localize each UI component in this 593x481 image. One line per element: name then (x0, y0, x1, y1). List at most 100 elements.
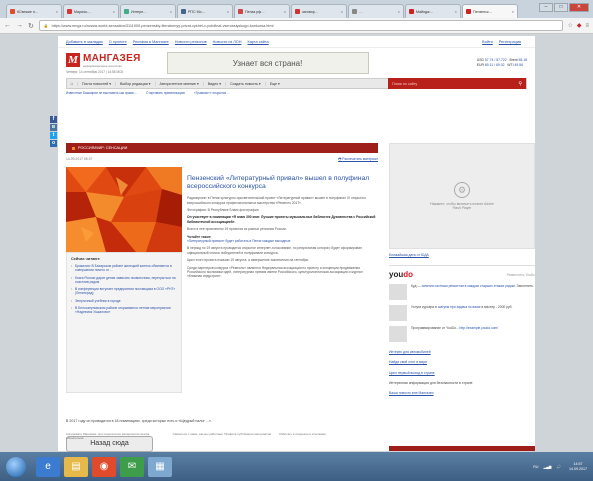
browser-tab[interactable]: КСвежие н… × (6, 4, 62, 18)
browser-tab[interactable]: заговор… × (291, 4, 347, 18)
tab-close-icon[interactable]: × (341, 9, 343, 14)
explorer-icon[interactable]: ▤ (64, 456, 88, 477)
minimize-button[interactable]: – (539, 3, 553, 12)
tab-label: Пенза рф… (245, 9, 265, 14)
youdo-item[interactable]: Программирование от YouDo... http://exam… (389, 326, 535, 342)
article-photo (66, 167, 182, 252)
read-also-link[interactable]: В Белоозерновском районе открываются лет… (71, 306, 177, 315)
browser-tab[interactable]: … × (348, 4, 404, 18)
tab-label: Пензенск… (473, 9, 493, 14)
ie-icon[interactable]: e (36, 456, 60, 477)
read-also-link[interactable]: Энергичный учебник в городе (71, 299, 177, 304)
tab-close-icon[interactable]: × (512, 9, 514, 14)
topnav-link[interactable]: Карта сайта (247, 40, 268, 44)
odnoklassniki-icon[interactable]: о (50, 140, 57, 147)
right-sidebar: ⚙ Нажмите, чтобы включить плагин Adobe F… (389, 143, 535, 401)
network-icon[interactable]: ▂▄▆ (543, 465, 551, 469)
print-link[interactable]: 🖶 Распечатать материал (338, 157, 378, 163)
extension-icon[interactable]: ◆ (577, 22, 582, 29)
browser-tab[interactable]: Пенза рф… × (234, 4, 290, 18)
tab-close-icon[interactable]: × (398, 9, 400, 14)
ticker-link[interactable]: «Трампист» открылся ... (194, 91, 230, 95)
sidebar-link[interactable]: Интерес для автомобилей (389, 350, 535, 354)
logo-block[interactable]: М МАНГАЗЕЯ информационное агентство Четв… (66, 53, 141, 74)
tab-close-icon[interactable]: × (455, 9, 457, 14)
rate-value: 55.18 (518, 58, 528, 62)
twitter-icon[interactable]: t (50, 132, 57, 139)
chrome-icon[interactable]: ◉ (92, 456, 116, 477)
tab-favicon-icon (352, 9, 357, 14)
youdo-logo[interactable]: youdo (389, 270, 413, 279)
topnav-link[interactable]: Новости регионов (175, 40, 207, 44)
sidebar-link[interactable]: Ваша новость вне Мангазеи (389, 391, 535, 395)
login-link[interactable]: Войти (482, 40, 493, 44)
sidebar-link[interactable]: Найди свой слот в мире (389, 360, 535, 364)
address-bar-row: ← → ↻ 🔒 https://www.mngz.ru/russia-world… (0, 18, 593, 34)
related-link[interactable]: «Литературный привал» будет работать в П… (187, 239, 378, 243)
topnav-link[interactable]: О проекте (109, 40, 127, 44)
rate-value: 49.56 (514, 63, 523, 67)
read-also-link[interactable]: Книга России дарит детям зависать позвон… (71, 276, 177, 285)
tab-close-icon[interactable]: × (170, 9, 172, 14)
menu-item[interactable]: Еще ▾ (264, 81, 284, 86)
menu-item[interactable]: Выбор редакции ▾ (115, 81, 155, 86)
menu-item[interactable]: Почта новостей ▾ (77, 81, 115, 86)
app-icon[interactable]: ▦ (148, 456, 172, 477)
ticker-link[interactable]: Стартовать приватизацию (146, 91, 185, 95)
vk-icon[interactable]: в (50, 124, 57, 131)
volume-icon[interactable]: 🔊 (557, 465, 561, 469)
search-icon[interactable]: ⚲ (518, 81, 522, 87)
language-indicator[interactable]: RU (533, 465, 538, 469)
bookmark-star-icon[interactable]: ☆ (567, 22, 572, 29)
menu-item[interactable]: Авторитетное мнение ▾ (154, 81, 203, 86)
sidebar-link[interactable]: Ближайшая дата от ЮДА (389, 253, 535, 257)
reload-icon[interactable]: ↻ (28, 22, 34, 30)
logo-mark: М (66, 53, 80, 67)
tab-label: Майндж… (416, 9, 434, 14)
browser-tab[interactable]: Маризи-… × (63, 4, 119, 18)
home-icon[interactable]: ⌂ (67, 81, 77, 87)
browser-tab[interactable]: Интерн… × (120, 4, 176, 18)
menu-icon[interactable]: ≡ (585, 23, 589, 29)
logo[interactable]: М МАНГАЗЕЯ информационное агентство (66, 53, 141, 68)
close-window-button[interactable]: ✕ (569, 3, 589, 12)
maximize-button[interactable]: □ (554, 3, 568, 12)
flash-message: Нажмите, чтобы включить плагин Adobe Fla… (430, 201, 494, 210)
tab-close-icon[interactable]: × (227, 9, 229, 14)
topnav-link[interactable]: Реклама в Мангазее (133, 40, 169, 44)
article-paragraph: Он участвует в номинации «Я знаю 300 кни… (187, 215, 376, 224)
browser-tab[interactable]: РПС Мо… × (177, 4, 233, 18)
topnav-link[interactable]: Добавить в закладки (66, 40, 103, 44)
facebook-icon[interactable]: f (50, 116, 57, 123)
menu-item[interactable]: Видео ▾ (202, 81, 225, 86)
menu-item[interactable]: Создать новость ▾ (225, 81, 265, 86)
read-also-title: Сейчас читают: (71, 257, 101, 261)
topnav-link[interactable]: Новости из ЛОН (213, 40, 242, 44)
tab-close-icon[interactable]: × (284, 9, 286, 14)
tab-close-icon[interactable]: × (113, 9, 115, 14)
forward-arrow-icon[interactable]: → (16, 22, 23, 29)
youdo-thumbnail (389, 305, 407, 321)
url-input[interactable]: 🔒 https://www.mngz.ru/russia-world-sensa… (38, 20, 564, 31)
ticker-link[interactable]: Известные Башкирии не выставить как прав… (66, 91, 137, 95)
youdo-item[interactable]: Услуги курьера в шагуем при задача по ва… (389, 305, 535, 321)
back-arrow-icon[interactable]: ← (4, 22, 11, 29)
tab-label: … (359, 9, 363, 14)
start-button[interactable] (6, 456, 26, 477)
clock[interactable]: 14:57 14.09.2017 (569, 462, 587, 471)
article-meta: 14.09.2017 05:37 🖶 Распечатать материал (66, 157, 378, 163)
ad-banner[interactable]: Узнает вся страна! (166, 52, 369, 74)
flash-plugin-placeholder[interactable]: ⚙ Нажмите, чтобы включить плагин Adobe F… (389, 143, 535, 249)
youdo-item[interactable]: Куд — занятия частным ремонтом в каждом … (389, 284, 535, 300)
site-search-input[interactable]: Поиск по сайту ⚲ (388, 78, 526, 89)
youdo-tagline[interactable]: Разместить YouDo (507, 273, 535, 277)
register-link[interactable]: Регистрация (499, 40, 521, 44)
tab-label: Маризи-… (74, 9, 92, 14)
mail-icon[interactable]: ✉ (120, 456, 144, 477)
tab-close-icon[interactable]: × (56, 9, 58, 14)
sidebar-link[interactable]: Цикл первый выход в стране (389, 371, 535, 375)
browser-tab[interactable]: Пензенск… × (462, 4, 518, 18)
browser-tab[interactable]: Майндж… × (405, 4, 461, 18)
read-also-link[interactable]: В конференции вступает предприятия поста… (71, 287, 177, 296)
read-also-link[interactable]: Бразилия: В Бахарском районе жилецкий жи… (71, 264, 177, 273)
